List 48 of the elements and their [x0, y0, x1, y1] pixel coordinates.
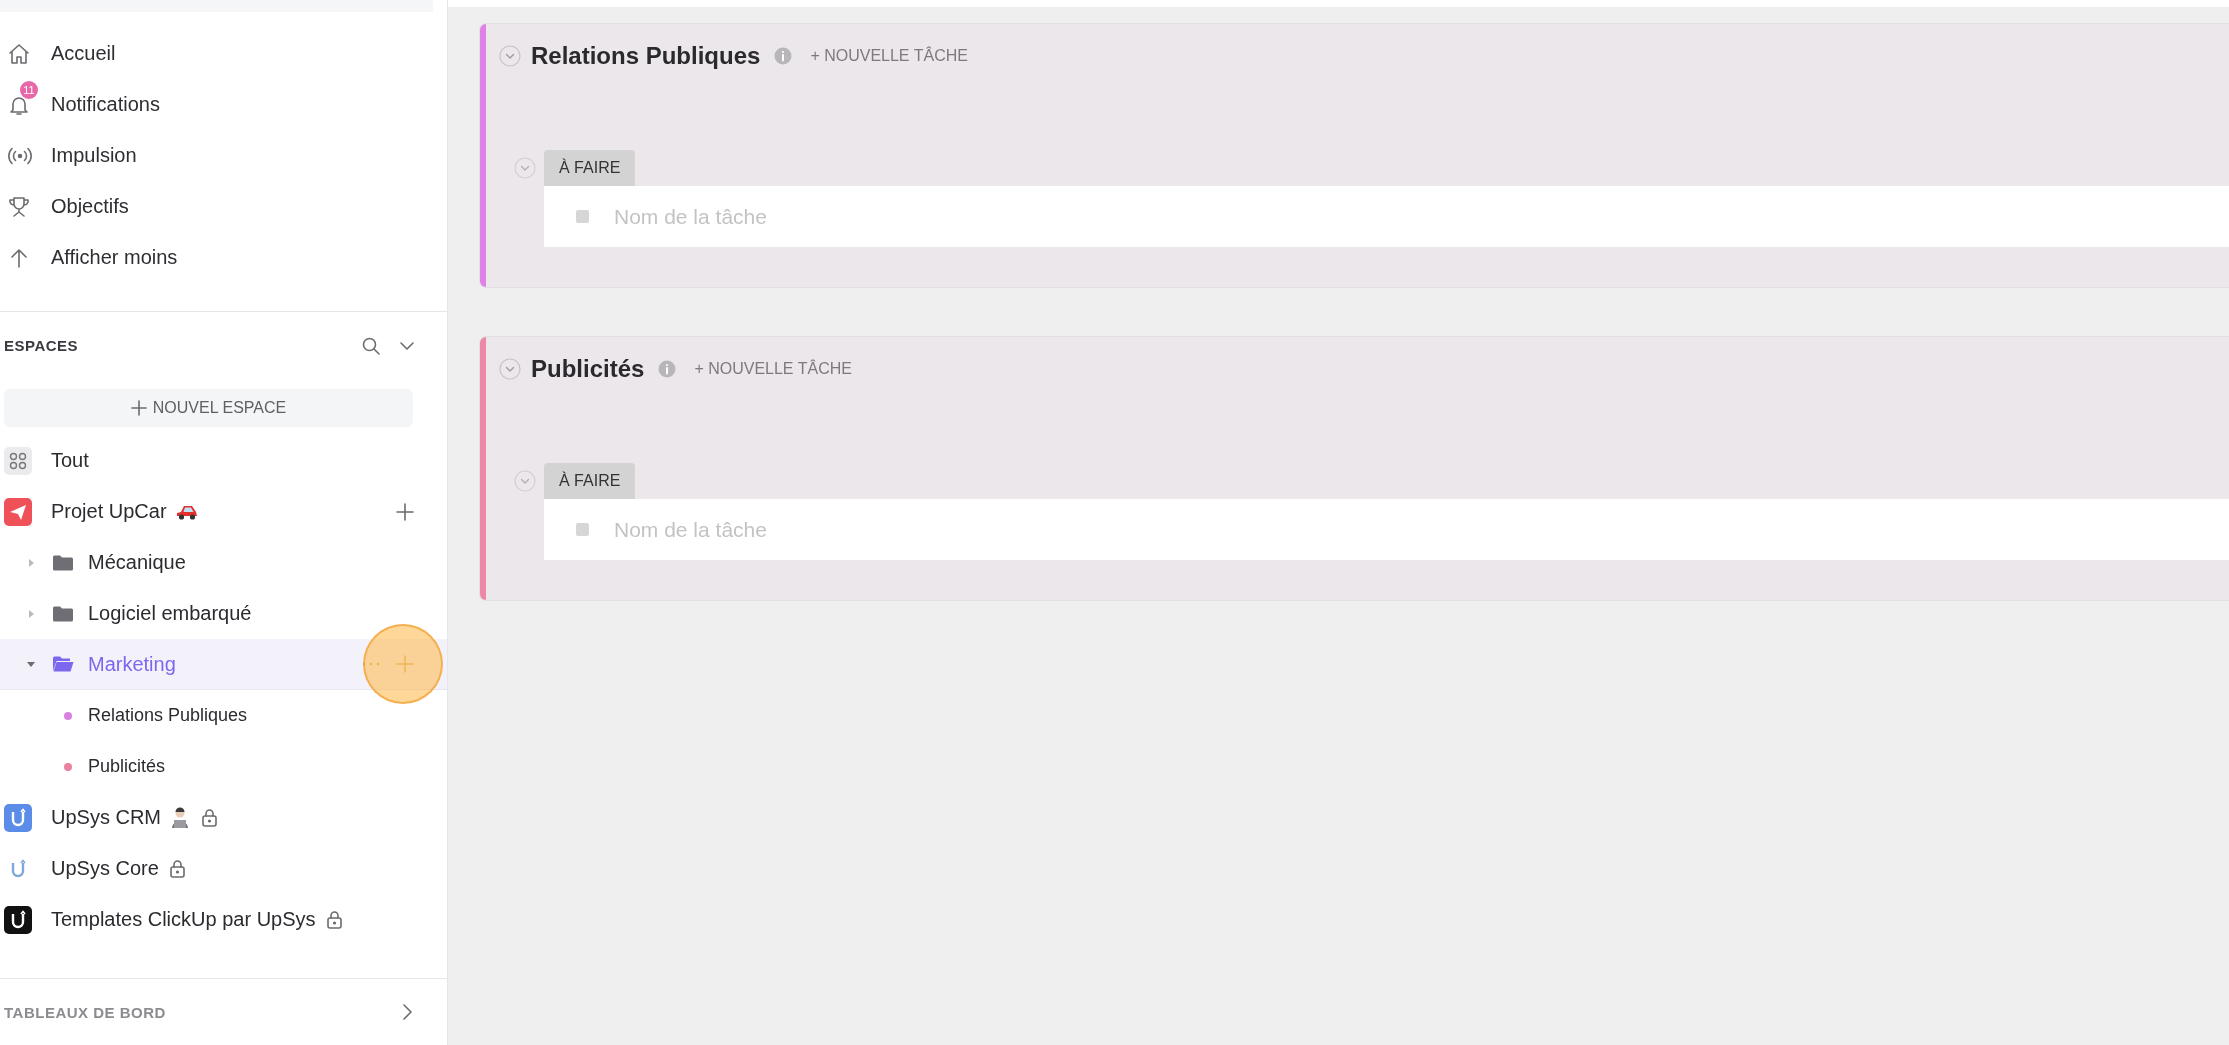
space-item[interactable]: Templates ClickUp par UpSys: [0, 894, 447, 946]
section-title: TABLEAUX DE BORD: [4, 1003, 166, 1021]
status-tag: À FAIRE: [544, 150, 636, 186]
new-task-field[interactable]: Nom de la tâche: [544, 499, 2229, 560]
folder-icon: [52, 604, 74, 623]
nav-item[interactable]: 11 Notifications: [0, 79, 447, 130]
info-icon: [658, 360, 677, 378]
list-item[interactable]: Publicités: [0, 741, 447, 793]
folder-icon: [52, 655, 74, 674]
trophy-icon: [7, 194, 31, 219]
plus-icon: [130, 400, 147, 417]
new-space-button[interactable]: NOUVEL ESPACE: [4, 389, 413, 428]
notification-badge: 11: [20, 80, 38, 99]
list-title: Relations Publiques: [531, 42, 761, 70]
info-icon: [774, 47, 793, 65]
add-button[interactable]: [395, 501, 415, 522]
list-title: Publicités: [531, 355, 645, 383]
checkbox-icon: [576, 210, 589, 223]
home-icon: [7, 41, 31, 66]
nav-item[interactable]: Objectifs: [0, 181, 447, 232]
person-laptop-icon: [169, 806, 191, 829]
space-item[interactable]: UpSys Core: [0, 843, 447, 895]
more-button[interactable]: [361, 661, 381, 668]
nav-item[interactable]: Afficher moins: [0, 232, 447, 283]
folder-icon: [52, 553, 74, 572]
grid-icon: [4, 446, 32, 475]
more-icon: [361, 661, 381, 668]
task-name-field[interactable]: Nom de la tâche: [612, 516, 2229, 543]
folder-item[interactable]: Mécanique: [0, 537, 447, 589]
plus-icon: [395, 654, 415, 675]
space-item[interactable]: Projet UpCar: [0, 486, 447, 538]
folder-item[interactable]: Logiciel embarqué: [0, 588, 447, 640]
list-item[interactable]: Relations Publiques: [0, 690, 447, 742]
collapse-icon: [499, 45, 521, 67]
status-tag: À FAIRE: [544, 463, 636, 499]
task-name-field[interactable]: Nom de la tâche: [612, 203, 2229, 230]
space-item[interactable]: UpSys CRM: [0, 792, 447, 844]
checkbox-icon: [576, 523, 589, 536]
new-task-field[interactable]: Nom de la tâche: [544, 186, 2229, 247]
collapse-icon: [499, 358, 521, 380]
search-icon: [361, 335, 381, 356]
section-title: ESPACES: [4, 337, 79, 355]
nav-item[interactable]: Accueil: [0, 28, 447, 79]
plus-icon: [395, 501, 415, 522]
nav-item[interactable]: Impulsion: [0, 130, 447, 181]
folder-item[interactable]: Marketing: [0, 639, 447, 691]
space-item[interactable]: Tout: [0, 435, 447, 487]
search-button[interactable]: [361, 335, 381, 356]
